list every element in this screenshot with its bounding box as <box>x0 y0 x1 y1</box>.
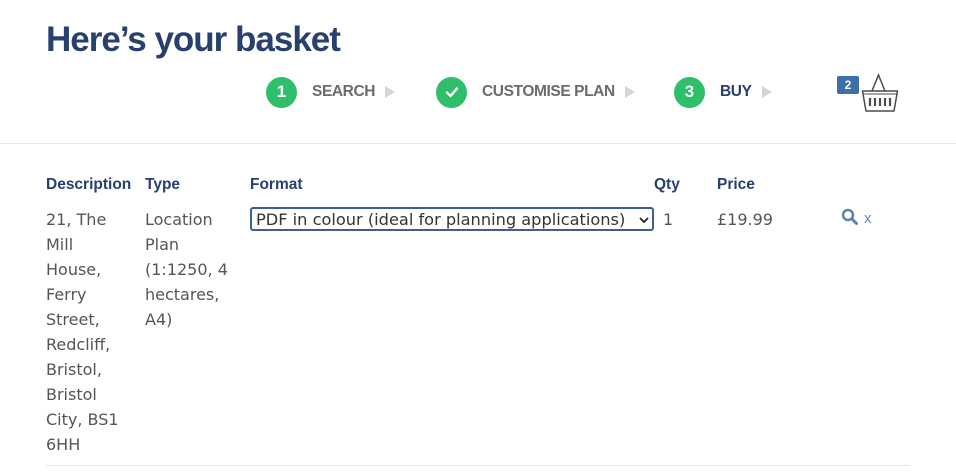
item-quantity: 1 <box>663 210 674 229</box>
format-select[interactable]: PDF in colour (ideal for planning applic… <box>250 207 654 231</box>
step-number-badge: 3 <box>674 76 705 108</box>
chevron-down-icon <box>639 216 649 223</box>
header-divider <box>0 143 956 144</box>
view-plan-button[interactable] <box>841 208 859 226</box>
column-header-description: Description <box>46 176 132 193</box>
step-search: 1 SEARCH <box>266 76 396 108</box>
column-header-type: Type <box>145 176 181 193</box>
step-buy: 3 BUY <box>674 76 772 108</box>
arrow-right-icon <box>624 86 635 98</box>
step-customise-plan: CUSTOMISE PLAN <box>436 76 635 108</box>
item-price: £19.99 <box>717 210 773 229</box>
checkout-steps: 1 SEARCH CUSTOMISE PLAN 3 BUY <box>0 76 956 108</box>
basket-button[interactable]: 2 <box>836 72 902 116</box>
table-bottom-divider <box>46 465 910 466</box>
column-header-price: Price <box>717 176 755 193</box>
item-type: Location Plan (1:1250, 4 hectares, A4) <box>145 210 228 329</box>
arrow-right-icon <box>761 86 772 98</box>
step-label: CUSTOMISE PLAN <box>482 83 615 100</box>
basket-icon <box>861 73 899 112</box>
basket-count-badge: 2 <box>837 76 859 94</box>
column-header-format: Format <box>250 176 303 193</box>
step-label: BUY <box>720 83 752 100</box>
checkmark-icon <box>445 87 458 98</box>
remove-item-button[interactable]: x <box>864 210 872 227</box>
item-description: 21, The Mill House, Ferry Street, Redcli… <box>46 210 119 454</box>
step-number-badge: 1 <box>266 76 297 108</box>
arrow-right-icon <box>385 86 396 98</box>
format-selected-value: PDF in colour (ideal for planning applic… <box>256 209 626 229</box>
step-label: SEARCH <box>312 83 376 100</box>
search-icon <box>841 208 858 225</box>
column-header-qty: Qty <box>654 176 680 193</box>
step-complete-badge <box>436 76 467 108</box>
page-title: Here’s your basket <box>46 20 341 59</box>
